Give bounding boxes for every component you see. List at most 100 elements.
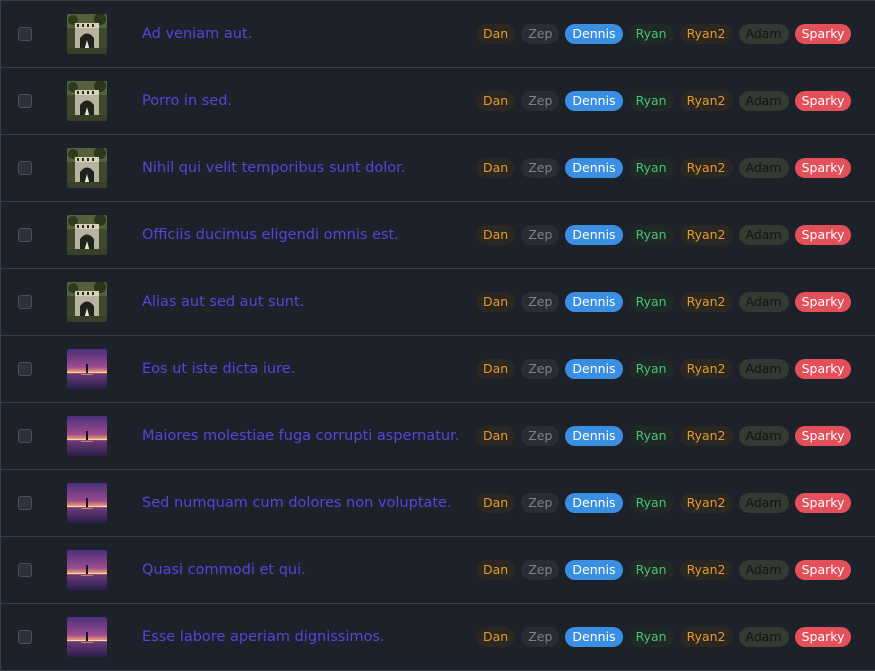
row-title-link[interactable]: Officiis ducimus eligendi omnis est. — [142, 202, 399, 268]
tag-badge-ryan: Ryan — [628, 627, 674, 647]
table-row: Ad veniam aut. Dan Zep Dennis Ryan Ryan2 Adam… — [0, 0, 875, 68]
tag-badge-adam: Adam — [738, 426, 789, 446]
tag-badge-ryan: Ryan — [628, 292, 674, 312]
row-checkbox[interactable] — [18, 429, 32, 443]
tag-badge-ryan2: Ryan2 — [679, 292, 733, 312]
table-row: Esse labore aperiam dignissimos. Dan Zep D… — [0, 604, 875, 671]
tag-badge-zep: Zep — [521, 24, 560, 44]
row-checkbox[interactable] — [18, 295, 32, 309]
table-row: Sed numquam cum dolores non voluptate. D… — [0, 470, 875, 537]
tag-badge-ryan2: Ryan2 — [679, 426, 733, 446]
sunset-lake-image — [67, 416, 107, 456]
tag-badge-dan: Dan — [476, 426, 516, 446]
tag-badge-ryan: Ryan — [628, 24, 674, 44]
tag-badge-dennis: Dennis — [565, 426, 623, 446]
tag-list: Dan Zep Dennis Ryan Ryan2 Adam Sparky — [476, 560, 852, 580]
sunset-lake-image — [67, 617, 107, 657]
table-row: Porro in sed. Dan Zep Dennis Ryan Ryan2 Adam S… — [0, 68, 875, 135]
tag-badge-dan: Dan — [476, 91, 516, 111]
table-row: Alias aut sed aut sunt. Dan Zep Dennis Ryan… — [0, 269, 875, 336]
tag-badge-dennis: Dennis — [565, 627, 623, 647]
tag-badge-ryan: Ryan — [628, 91, 674, 111]
tag-badge-dennis: Dennis — [565, 24, 623, 44]
table-row: Nihil qui velit temporibus sunt dolor. D… — [0, 135, 875, 202]
tag-badge-dan: Dan — [476, 359, 516, 379]
row-title-link[interactable]: Nihil qui velit temporibus sunt dolor. — [142, 135, 405, 201]
tag-badge-adam: Adam — [738, 627, 789, 647]
tag-badge-dan: Dan — [476, 493, 516, 513]
row-title-link[interactable]: Ad veniam aut. — [142, 1, 252, 67]
row-checkbox[interactable] — [18, 496, 32, 510]
castle-gate-image — [67, 148, 107, 188]
tag-badge-dennis: Dennis — [565, 91, 623, 111]
tag-badge-dan: Dan — [476, 627, 516, 647]
tag-badge-dan: Dan — [476, 24, 516, 44]
row-title-link[interactable]: Porro in sed. — [142, 68, 232, 134]
tag-badge-sparky: Sparky — [794, 627, 852, 647]
castle-gate-image — [67, 215, 107, 255]
tag-badge-dennis: Dennis — [565, 493, 623, 513]
tag-badge-zep: Zep — [521, 560, 560, 580]
castle-gate-image — [67, 14, 107, 54]
tag-badge-dan: Dan — [476, 560, 516, 580]
row-checkbox[interactable] — [18, 228, 32, 242]
row-checkbox[interactable] — [18, 630, 32, 644]
tag-badge-zep: Zep — [521, 225, 560, 245]
tag-badge-dennis: Dennis — [565, 158, 623, 178]
tag-badge-sparky: Sparky — [794, 225, 852, 245]
tag-badge-ryan2: Ryan2 — [679, 91, 733, 111]
tag-badge-dan: Dan — [476, 292, 516, 312]
tag-badge-adam: Adam — [738, 91, 789, 111]
castle-gate-image — [67, 81, 107, 121]
tag-badge-ryan2: Ryan2 — [679, 225, 733, 245]
row-checkbox[interactable] — [18, 563, 32, 577]
tag-badge-adam: Adam — [738, 493, 789, 513]
row-title-link[interactable]: Esse labore aperiam dignissimos. — [142, 604, 385, 670]
row-checkbox[interactable] — [18, 161, 32, 175]
sunset-lake-image — [67, 349, 107, 389]
tag-badge-sparky: Sparky — [794, 158, 852, 178]
tag-badge-adam: Adam — [738, 24, 789, 44]
tag-badge-dennis: Dennis — [565, 292, 623, 312]
tag-list: Dan Zep Dennis Ryan Ryan2 Adam Sparky — [476, 225, 852, 245]
tag-badge-dennis: Dennis — [565, 225, 623, 245]
tag-list: Dan Zep Dennis Ryan Ryan2 Adam Sparky — [476, 24, 852, 44]
tag-badge-adam: Adam — [738, 225, 789, 245]
row-checkbox[interactable] — [18, 27, 32, 41]
row-title-link[interactable]: Sed numquam cum dolores non voluptate. — [142, 470, 452, 536]
tag-badge-ryan: Ryan — [628, 493, 674, 513]
table-row: Eos ut iste dicta iure. Dan Zep Dennis Ryan… — [0, 336, 875, 403]
tag-badge-dennis: Dennis — [565, 560, 623, 580]
tag-list: Dan Zep Dennis Ryan Ryan2 Adam Sparky — [476, 359, 852, 379]
records-table: Ad veniam aut. Dan Zep Dennis Ryan Ryan2 Adam… — [0, 0, 875, 671]
castle-gate-image — [67, 282, 107, 322]
tag-badge-ryan2: Ryan2 — [679, 359, 733, 379]
row-title-link[interactable]: Quasi commodi et qui. — [142, 537, 306, 603]
row-title-link[interactable]: Alias aut sed aut sunt. — [142, 269, 304, 335]
tag-badge-ryan2: Ryan2 — [679, 493, 733, 513]
tag-badge-zep: Zep — [521, 91, 560, 111]
table-row: Quasi commodi et qui. Dan Zep Dennis Ryan Ry… — [0, 537, 875, 604]
row-checkbox[interactable] — [18, 94, 32, 108]
tag-badge-sparky: Sparky — [794, 426, 852, 446]
table-row: Officiis ducimus eligendi omnis est. Dan… — [0, 202, 875, 269]
tag-badge-zep: Zep — [521, 493, 560, 513]
tag-badge-zep: Zep — [521, 292, 560, 312]
tag-badge-sparky: Sparky — [794, 493, 852, 513]
tag-badge-sparky: Sparky — [794, 91, 852, 111]
tag-badge-adam: Adam — [738, 560, 789, 580]
row-checkbox[interactable] — [18, 362, 32, 376]
tag-list: Dan Zep Dennis Ryan Ryan2 Adam Sparky — [476, 91, 852, 111]
tag-badge-zep: Zep — [521, 158, 560, 178]
tag-badge-ryan: Ryan — [628, 426, 674, 446]
tag-badge-ryan: Ryan — [628, 158, 674, 178]
row-title-link[interactable]: Eos ut iste dicta iure. — [142, 336, 295, 402]
tag-badge-dennis: Dennis — [565, 359, 623, 379]
tag-badge-ryan2: Ryan2 — [679, 158, 733, 178]
row-title-link[interactable]: Maiores molestiae fuga corrupti aspernat… — [142, 403, 459, 469]
tag-badge-ryan: Ryan — [628, 359, 674, 379]
tag-list: Dan Zep Dennis Ryan Ryan2 Adam Sparky — [476, 158, 852, 178]
sunset-lake-image — [67, 483, 107, 523]
tag-badge-zep: Zep — [521, 627, 560, 647]
tag-badge-ryan2: Ryan2 — [679, 627, 733, 647]
